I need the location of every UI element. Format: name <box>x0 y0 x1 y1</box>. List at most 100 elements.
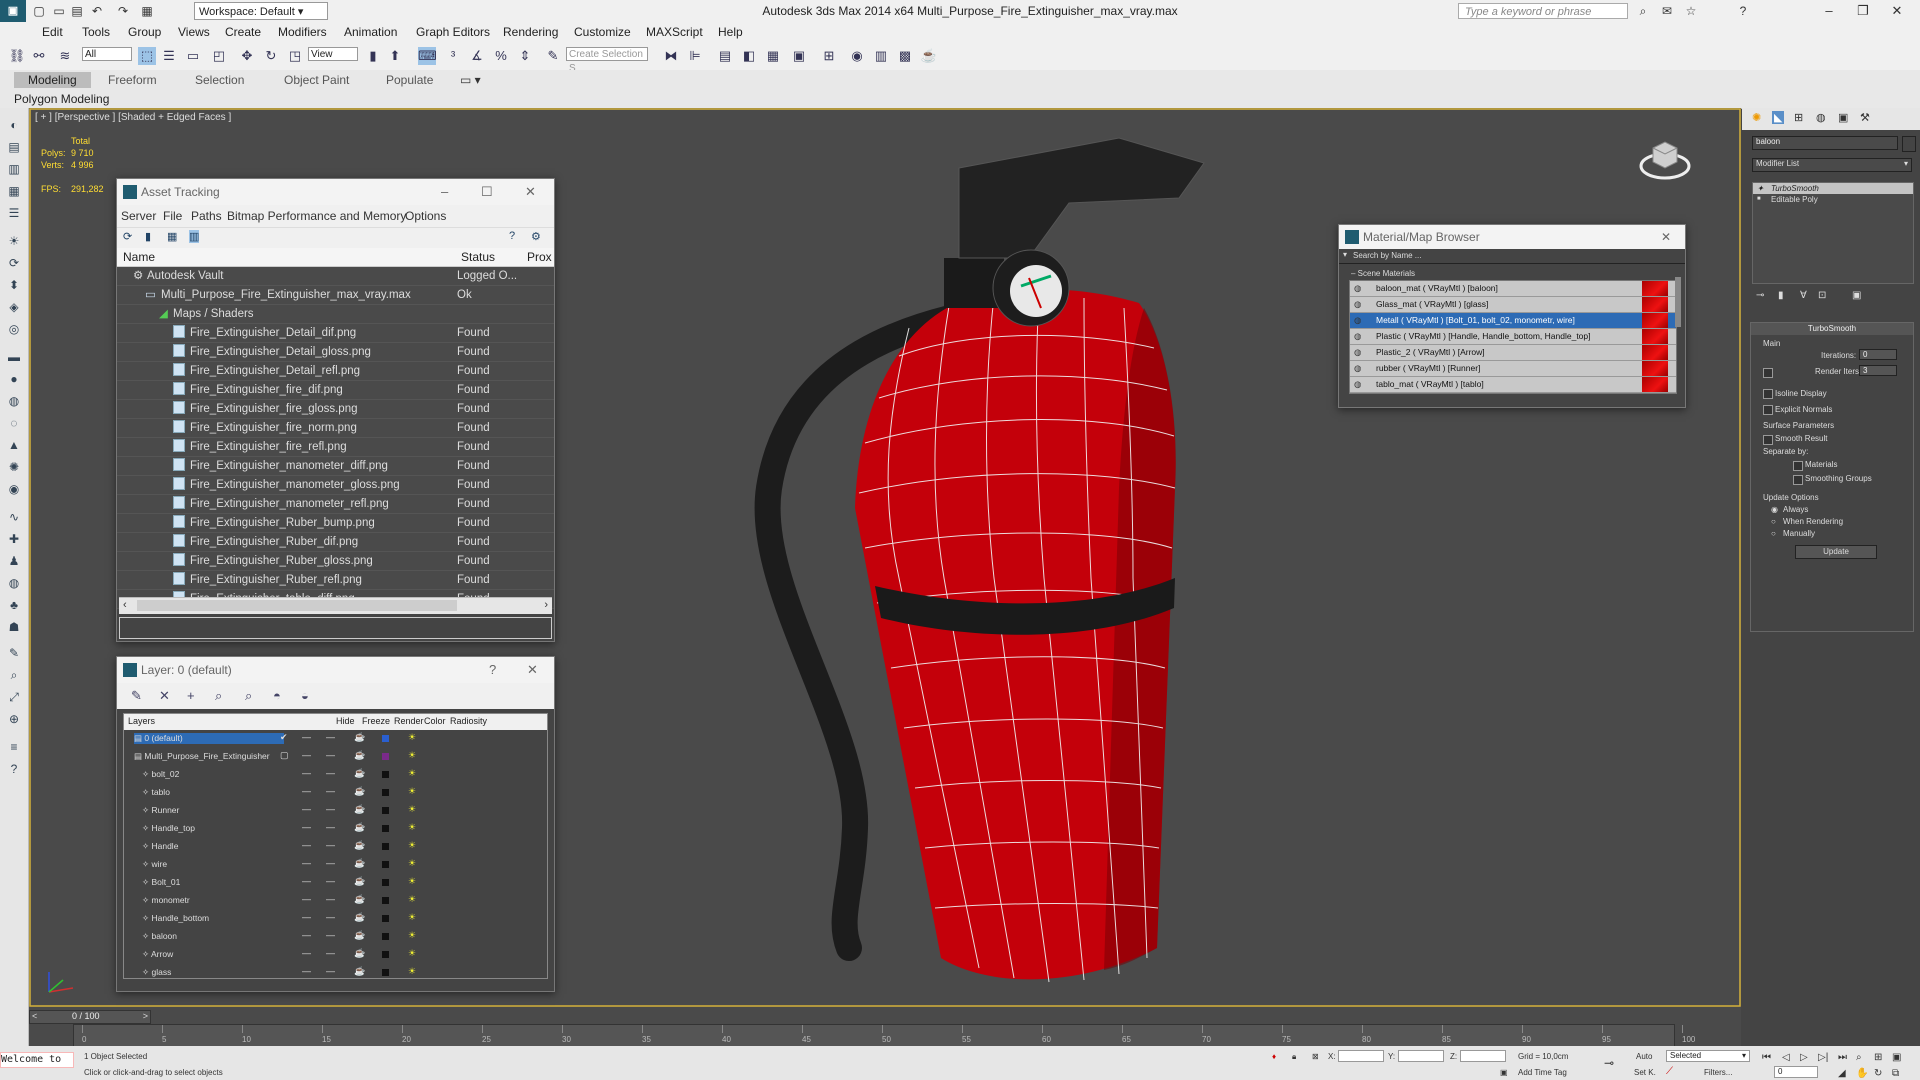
table-row[interactable]: Fire_Extinguisher_manometer_refl.png Foun… <box>117 495 554 514</box>
table-row[interactable]: Fire_Extinguisher_manometer_diff.png Foun… <box>117 457 554 476</box>
globe-icon[interactable]: ◍ <box>5 574 23 592</box>
restore-icon[interactable]: ❐ <box>1848 2 1878 20</box>
tab-freeform[interactable]: Freeform <box>108 73 157 87</box>
scene-materials-header[interactable]: – Scene Materials <box>1339 268 1685 280</box>
hierarchy-tab-icon[interactable]: ⊞ <box>1794 111 1803 124</box>
table-row[interactable]: Fire_Extinguisher_Ruber_gloss.png Found <box>117 552 554 571</box>
material-search-input[interactable]: Search by Name ... <box>1353 251 1421 260</box>
object-name-field[interactable]: baloon <box>1752 136 1898 150</box>
time-slider[interactable]: < 0 / 100 > <box>29 1010 151 1024</box>
menu-bitmap-performance[interactable]: Bitmap Performance and Memory <box>227 209 406 223</box>
workspace-dropdown[interactable]: Workspace: Default ▾ <box>194 2 328 20</box>
freeze-toggle[interactable]: — <box>326 804 335 814</box>
close-icon[interactable]: ✕ <box>525 179 536 205</box>
active-layer-checkbox[interactable]: ✔ <box>280 732 288 743</box>
network-icon[interactable]: ⊕ <box>5 710 23 728</box>
menu-graph-editors[interactable]: Graph Editors <box>416 25 490 39</box>
tab-object-paint[interactable]: Object Paint <box>284 73 349 87</box>
stack-item-turbosmooth[interactable]: ✦ TurboSmooth <box>1753 183 1913 194</box>
freeze-toggle[interactable]: — <box>326 732 335 742</box>
freeze-toggle[interactable]: — <box>326 948 335 958</box>
radiosity-icon[interactable]: ☀ <box>408 858 416 869</box>
menu-paths[interactable]: Paths <box>191 209 222 223</box>
hide-toggle[interactable]: — <box>302 732 311 742</box>
close-icon[interactable]: ✕ <box>1661 225 1671 249</box>
menu-modifiers[interactable]: Modifiers <box>278 25 327 39</box>
spinner-snap-icon[interactable]: ⇕ <box>516 47 534 65</box>
light-icon[interactable]: ☀ <box>5 232 23 250</box>
app-logo-icon[interactable]: ▣ <box>0 0 26 22</box>
undo-icon[interactable]: ↶ <box>90 4 104 18</box>
current-frame-field[interactable]: 0 <box>1774 1066 1818 1078</box>
iterations-spinner[interactable]: 0 <box>1859 349 1897 360</box>
column-name[interactable]: Name <box>123 250 155 264</box>
menu-file[interactable]: File <box>163 209 182 223</box>
hide-toggle[interactable]: — <box>302 876 311 886</box>
menu-server[interactable]: Server <box>121 209 156 223</box>
add-to-layer-icon[interactable]: + <box>187 688 195 703</box>
search-icon[interactable]: ⌕ <box>5 666 23 684</box>
key-filters-button[interactable]: Filters... <box>1704 1068 1732 1077</box>
layer-row[interactable]: ✧ wire — — ☕ ☀ <box>124 856 547 874</box>
radiosity-icon[interactable]: ☀ <box>408 876 416 887</box>
transform-icon[interactable]: ⤢ <box>5 688 23 706</box>
viewport-icon[interactable]: ◐ <box>5 116 23 134</box>
grid-icon[interactable]: ▦ <box>5 182 23 200</box>
orbit-icon[interactable]: ↻ <box>1874 1068 1882 1079</box>
when-rendering-radio[interactable]: ○ <box>1771 517 1776 526</box>
modifier-list-dropdown[interactable]: Modifier List ▾ <box>1752 158 1912 172</box>
render-teapot-icon[interactable]: ☕ <box>354 768 365 779</box>
render-teapot-icon[interactable]: ☕ <box>354 894 365 905</box>
bind-space-warp-icon[interactable]: ≋ <box>56 47 74 65</box>
freeze-toggle[interactable]: — <box>326 840 335 850</box>
layer-row[interactable]: ▤ 0 (default) ✔ — — ☕ ☀ <box>124 730 547 748</box>
angle-snap-icon[interactable]: ∡ <box>468 47 486 65</box>
layer-row[interactable]: ✧ glass — — ☕ ☀ <box>124 964 547 982</box>
cylinder-icon[interactable]: ◍ <box>5 392 23 410</box>
layer-color-swatch[interactable] <box>382 951 389 958</box>
spline-icon[interactable]: ∿ <box>5 508 23 526</box>
radiosity-icon[interactable]: ☀ <box>408 732 416 743</box>
freeze-toggle[interactable]: — <box>326 768 335 778</box>
percent-snap-icon[interactable]: % <box>492 47 510 65</box>
zoom-extents-icon[interactable]: ▣ <box>1892 1052 1901 1063</box>
prev-frame-icon[interactable]: ◁ <box>1782 1052 1790 1063</box>
layer-row[interactable]: ✧ baloon — — ☕ ☀ <box>124 928 547 946</box>
render-teapot-icon[interactable]: ☕ <box>354 912 365 923</box>
freeze-toggle[interactable]: — <box>326 930 335 940</box>
layer-color-swatch[interactable] <box>382 825 389 832</box>
render-teapot-icon[interactable]: ☕ <box>354 948 365 959</box>
layer-row[interactable]: ▤ Multi_Purpose_Fire_Extinguisher ▢ — — ☕ ☀ <box>124 748 547 766</box>
layer-manager-titlebar[interactable]: Layer: 0 (default) ? ✕ <box>117 657 554 683</box>
communication-center-icon[interactable]: ✉ <box>1660 4 1674 18</box>
render-teapot-icon[interactable]: ☕ <box>354 804 365 815</box>
table-row[interactable]: Fire_Extinguisher_manometer_gloss.png Fou… <box>117 476 554 495</box>
material-row[interactable]: ◍ tablo_mat ( VRayMtl ) [tablo] <box>1350 377 1676 393</box>
field-of-view-icon[interactable]: ◢ <box>1838 1068 1846 1079</box>
modify-tab-icon[interactable]: ◣ <box>1772 111 1785 124</box>
play-icon[interactable]: ▷ <box>1800 1052 1808 1063</box>
hide-toggle[interactable]: — <box>302 822 311 832</box>
hide-toggle[interactable]: — <box>302 804 311 814</box>
pivot-center-icon[interactable]: ▮ <box>364 47 382 65</box>
open-file-icon[interactable]: ▭ <box>52 4 66 18</box>
refresh-icon[interactable]: ⟳ <box>123 230 132 243</box>
rotate-icon[interactable]: ↻ <box>262 47 280 65</box>
configure-sets-icon[interactable]: ▣ <box>1852 290 1861 301</box>
align-icon[interactable]: ⊫ <box>686 47 704 65</box>
layer-color-swatch[interactable] <box>382 843 389 850</box>
camera-icon[interactable]: ◎ <box>5 320 23 338</box>
table-view-icon[interactable]: ▥ <box>189 230 200 243</box>
expand-icon[interactable]: ■ <box>1757 194 1761 205</box>
materials-checkbox[interactable] <box>1793 461 1803 471</box>
freeze-toggle[interactable]: — <box>326 966 335 976</box>
table-row[interactable]: Fire_Extinguisher_fire_refl.png Found <box>117 438 554 457</box>
column-layers[interactable]: Layers <box>128 716 155 726</box>
ribbon-options-icon[interactable]: ▭ ▾ <box>460 73 481 87</box>
pan-icon[interactable]: ✋ <box>1856 1068 1868 1079</box>
box-icon[interactable]: ▬ <box>5 348 23 366</box>
binoculars-icon[interactable]: ⌕ <box>1636 4 1650 18</box>
close-icon[interactable]: ✕ <box>1882 2 1912 20</box>
maxscript-listener[interactable]: Welcome to <box>0 1052 74 1068</box>
layer-row[interactable]: ✧ monometr — — ☕ ☀ <box>124 892 547 910</box>
